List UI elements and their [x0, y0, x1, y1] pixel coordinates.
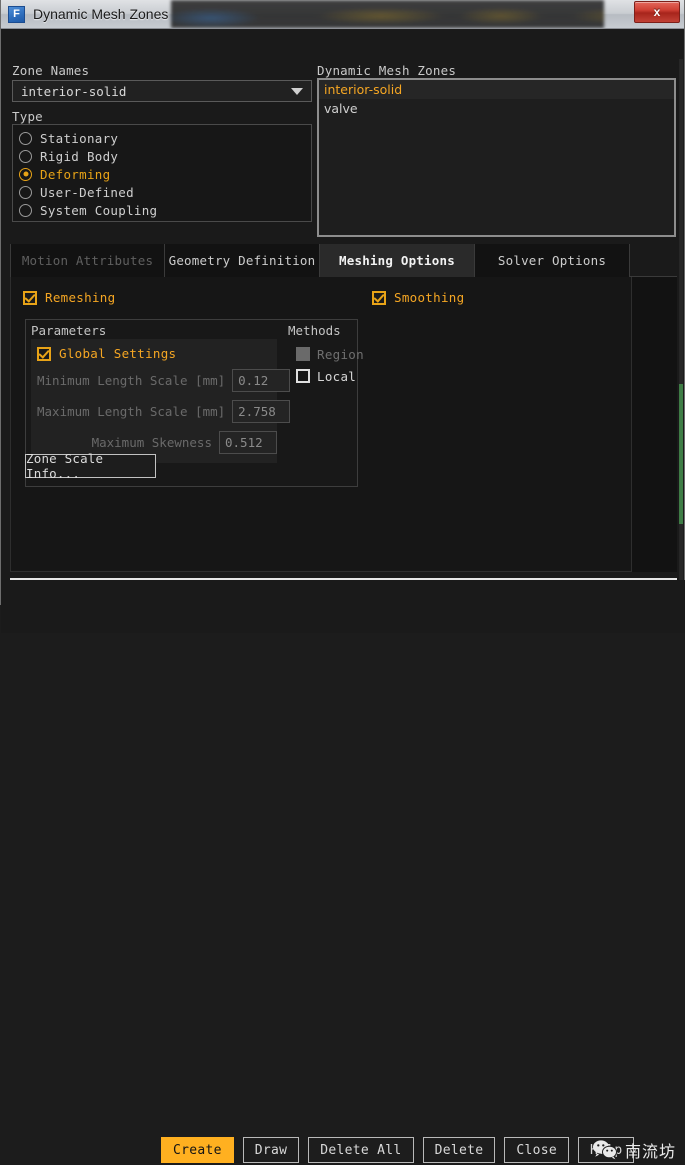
list-item[interactable]: interior-solid — [319, 80, 674, 99]
radio-deforming[interactable]: Deforming — [19, 165, 311, 183]
remeshing-label: Remeshing — [45, 290, 115, 305]
radio-icon — [19, 132, 32, 145]
smoothing-checkbox[interactable]: Smoothing — [372, 290, 464, 305]
footer: Create Draw Delete All Delete Close Help — [1, 580, 685, 633]
zone-names-dropdown[interactable]: interior-solid — [12, 80, 312, 102]
maximum-skewness-label: Maximum Skewness — [37, 435, 219, 450]
title-bar[interactable]: F Dynamic Mesh Zones x — [1, 0, 684, 29]
global-settings-label: Global Settings — [59, 346, 176, 361]
maximum-length-scale-input[interactable]: 2.758 — [232, 400, 290, 423]
methods-list: Region Local — [296, 343, 364, 387]
tab-strip: Motion Attributes Geometry Definition Me… — [10, 244, 677, 277]
checkbox-checked-icon — [37, 347, 51, 361]
radio-label: User-Defined — [40, 185, 134, 200]
draw-button[interactable]: Draw — [243, 1137, 300, 1163]
method-region-checkbox[interactable]: Region — [296, 343, 364, 365]
maximum-length-scale-label: Maximum Length Scale [mm] — [37, 404, 232, 419]
dynamic-mesh-zones-list[interactable]: interior-solid valve — [317, 78, 676, 237]
zone-names-label: Zone Names — [12, 63, 89, 78]
radio-icon — [19, 204, 32, 217]
remeshing-checkbox[interactable]: Remeshing — [23, 290, 115, 305]
tab-geometry-definition[interactable]: Geometry Definition — [165, 244, 320, 277]
dynamic-mesh-zones-dialog: F Dynamic Mesh Zones x Zone Names interi… — [0, 0, 685, 605]
window-scrollbar-thumb[interactable] — [679, 384, 683, 524]
method-local-checkbox[interactable]: Local — [296, 365, 364, 387]
list-item[interactable]: valve — [319, 99, 674, 118]
smoothing-label: Smoothing — [394, 290, 464, 305]
radio-label: System Coupling — [40, 203, 157, 218]
create-button[interactable]: Create — [161, 1137, 234, 1163]
window-scrollbar-track[interactable] — [679, 59, 683, 629]
radio-icon — [19, 150, 32, 163]
global-settings-checkbox[interactable]: Global Settings — [37, 344, 277, 363]
minimum-length-scale-label: Minimum Length Scale [mm] — [37, 373, 232, 388]
radio-rigid-body[interactable]: Rigid Body — [19, 147, 311, 165]
close-button[interactable]: Close — [504, 1137, 569, 1163]
method-label: Local — [317, 369, 356, 384]
maximum-length-scale-row: Maximum Length Scale [mm] 2.758 — [37, 398, 277, 425]
checkbox-unchecked-icon — [296, 369, 310, 383]
method-label: Region — [317, 347, 364, 362]
panel-gutter — [632, 277, 677, 572]
watermark: 南流坊 — [592, 1138, 676, 1162]
dynamic-mesh-zones-label: Dynamic Mesh Zones — [317, 63, 456, 78]
wechat-icon — [592, 1139, 618, 1161]
zone-names-value: interior-solid — [13, 84, 291, 99]
radio-label: Stationary — [40, 131, 118, 146]
radio-icon — [19, 186, 32, 199]
type-radio-group: Stationary Rigid Body Deforming User-Def… — [12, 124, 312, 222]
type-label: Type — [12, 109, 43, 124]
minimum-length-scale-input[interactable]: 0.12 — [232, 369, 290, 392]
footer-button-row: Create Draw Delete All Delete Close Help — [161, 1137, 634, 1163]
dialog-body: Zone Names interior-solid Type Stationar… — [1, 29, 684, 604]
parameters-title: Parameters — [31, 323, 106, 338]
tab-motion-attributes[interactable]: Motion Attributes — [10, 244, 165, 277]
radio-label: Deforming — [40, 167, 110, 182]
watermark-text: 南流坊 — [625, 1138, 676, 1162]
checkbox-filled-icon — [296, 347, 310, 361]
tab-meshing-options[interactable]: Meshing Options — [320, 244, 475, 277]
delete-button[interactable]: Delete — [423, 1137, 496, 1163]
radio-selected-icon — [19, 168, 32, 181]
zone-scale-info-button[interactable]: Zone Scale Info... — [25, 454, 156, 478]
fluent-f-icon: F — [8, 6, 25, 23]
window-title: Dynamic Mesh Zones — [33, 6, 168, 22]
methods-title: Methods — [288, 323, 341, 338]
parameters-inner: Global Settings Minimum Length Scale [mm… — [31, 339, 277, 463]
minimum-length-scale-row: Minimum Length Scale [mm] 0.12 — [37, 367, 277, 394]
checkbox-checked-icon — [372, 291, 386, 305]
titlebar-glass-blur — [171, 0, 604, 28]
chevron-down-icon — [291, 88, 303, 95]
radio-user-defined[interactable]: User-Defined — [19, 183, 311, 201]
radio-stationary[interactable]: Stationary — [19, 129, 311, 147]
delete-all-button[interactable]: Delete All — [308, 1137, 413, 1163]
maximum-skewness-input[interactable]: 0.512 — [219, 431, 277, 454]
radio-system-coupling[interactable]: System Coupling — [19, 201, 311, 219]
close-icon[interactable]: x — [634, 1, 680, 23]
checkbox-checked-icon — [23, 291, 37, 305]
tab-solver-options[interactable]: Solver Options — [475, 244, 630, 277]
radio-label: Rigid Body — [40, 149, 118, 164]
